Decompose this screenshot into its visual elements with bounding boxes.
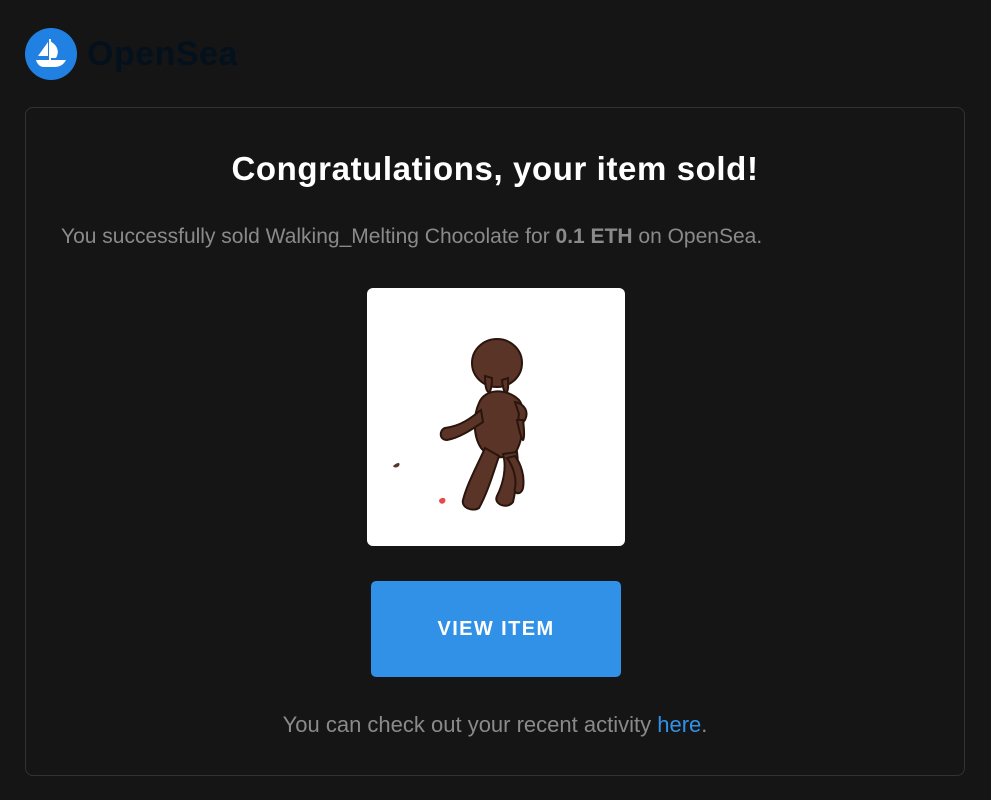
congratulations-heading: Congratulations, your item sold! [231, 150, 759, 187]
sale-amount: 0.1 ETH [555, 225, 633, 248]
recent-activity-prefix: You can check out your recent activity [282, 712, 658, 737]
recent-activity-suffix: . [701, 712, 708, 737]
sale-message: You successfully sold Walking_Melting Ch… [61, 225, 762, 249]
opensea-boat-icon [25, 28, 77, 80]
brand-name: OpenSea [87, 34, 238, 73]
sale-notification-card: Congratulations, your item sold! You suc… [25, 107, 965, 776]
item-image [367, 288, 625, 546]
opensea-logo[interactable]: OpenSea [25, 28, 238, 80]
recent-activity-note: You can check out your recent activity h… [26, 712, 964, 738]
sale-message-prefix: You successfully sold Walking_Melting Ch… [61, 225, 556, 248]
email-page: OpenSea Congratulations, your item sold!… [0, 0, 991, 800]
recent-activity-link[interactable]: here [657, 712, 701, 737]
melting-chocolate-figure-icon [393, 338, 528, 511]
view-item-button[interactable]: VIEW ITEM [371, 581, 621, 677]
sale-message-suffix: on OpenSea. [632, 225, 763, 248]
